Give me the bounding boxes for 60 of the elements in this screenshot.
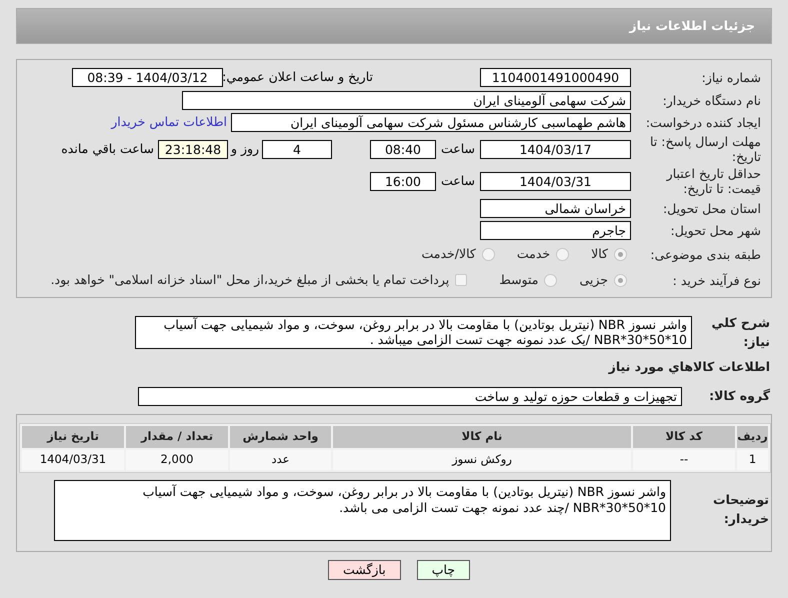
section-title: اطلاعات کالاهاي مورد نياز xyxy=(607,358,771,376)
description-box: واشر نسوز NBR (نیتریل بوتادین) با مقاومت بالا در برابر روغن، سوخت، و مواد شیمیایی جهت آسیاب 10*50*30*NBR /یک عدد نمونه جهت تست الزامی میباشد . xyxy=(135,316,692,350)
radio-label: متوسط xyxy=(499,270,538,289)
print-button[interactable]: چاپ xyxy=(416,560,470,580)
column-header: نام کالا xyxy=(333,426,631,448)
field-label: شماره نیاز: xyxy=(700,70,762,84)
table-cell: -- xyxy=(633,450,735,470)
input-field: 1404/03/31 xyxy=(480,172,631,190)
field-label: توضیحات خریدار: xyxy=(712,491,770,528)
radio-label: خدمت xyxy=(516,245,550,264)
table-cell: 1 xyxy=(737,450,768,470)
back-button[interactable]: بازگشت xyxy=(328,560,401,580)
field-label: مهلت ارسال پاسخ: تا تاریخ: xyxy=(649,134,762,164)
column-header: واحد شمارش xyxy=(230,426,331,448)
notes-box: واشر نسوز NBR (نیتریل بوتادین) با مقاومت بالا در برابر روغن، سوخت، و مواد شیمیایی جهت آسیاب 10*50*30*NBR /چند عدد نمونه جهت تست الزامی می باشد. xyxy=(54,480,671,540)
radio-button[interactable] xyxy=(482,248,495,261)
input-field: جاجرم xyxy=(480,220,631,240)
field-label: شهر محل تحویل: xyxy=(670,222,762,238)
checkbox[interactable] xyxy=(455,274,468,286)
field-label: استان محل تحویل: xyxy=(662,200,762,216)
field-label: ایجاد کننده درخواست: xyxy=(644,114,762,130)
field-label: حداقل تاریخ اعتبار قیمت: تا تاریخ: xyxy=(665,166,762,196)
field-label: شرح کلي نياز: xyxy=(710,314,771,351)
column-header: تعداد / مقدار xyxy=(126,426,228,448)
input-field: 1104001491000490 xyxy=(480,68,631,86)
field-label: طبقه بندی موضوعی: xyxy=(649,247,762,262)
field-label: ساعت xyxy=(440,172,476,190)
column-header: ردیف xyxy=(737,426,768,448)
countdown-timer: 23:18:48 xyxy=(158,140,228,158)
contact-link[interactable]: اطلاعات تماس خریدار xyxy=(111,112,227,132)
column-header: تاریخ نیاز xyxy=(22,426,124,448)
table-cell: 2,000 xyxy=(126,450,228,470)
radio-button[interactable] xyxy=(614,274,627,286)
radio-label: کالا/خدمت xyxy=(421,245,476,264)
table-cell: 1404/03/31 xyxy=(22,450,124,470)
column-header: کد کالا xyxy=(633,426,735,448)
field-label: گروه کالا: xyxy=(708,386,771,405)
field-label: ساعت xyxy=(440,140,476,158)
field-label: ساعت باقي مانده xyxy=(61,140,154,158)
page-header: جزئیات اطلاعات نیاز xyxy=(16,8,772,44)
table-cell: روکش نسوز xyxy=(333,450,631,470)
field-label: روز و xyxy=(230,140,260,158)
field-label: نام دستگاه خریدار: xyxy=(662,92,762,108)
radio-button[interactable] xyxy=(544,274,558,286)
input-field: 16:00 xyxy=(370,172,436,190)
input-field: 1404/03/17 xyxy=(480,140,631,158)
radio-label: جزیی xyxy=(579,270,608,289)
input-field: هاشم طهماسبی کارشناس مسئول شرکت سهامی آلومینای ایران xyxy=(231,112,631,132)
payment-note: پرداخت تمام یا بخشی از مبلغ خرید،از محل "اسناد خزانه اسلامی" خواهد بود. xyxy=(50,270,450,289)
input-field: 1404/03/12 - 08:39 xyxy=(72,68,223,86)
field-label: نوع فرآیند خرید : xyxy=(672,272,762,288)
input-field: تجهیزات و قطعات حوزه تولید و ساخت xyxy=(138,386,682,406)
radio-button[interactable] xyxy=(556,248,570,261)
radio-label: کالا xyxy=(591,245,608,264)
input-field: 4 xyxy=(262,140,332,158)
input-field: 08:40 xyxy=(370,140,436,158)
radio-button[interactable] xyxy=(614,248,627,261)
input-field: خراسان شمالی xyxy=(480,198,631,218)
table-cell: عدد xyxy=(230,450,331,470)
input-field: شرکت سهامی آلومینای ایران xyxy=(182,90,631,110)
